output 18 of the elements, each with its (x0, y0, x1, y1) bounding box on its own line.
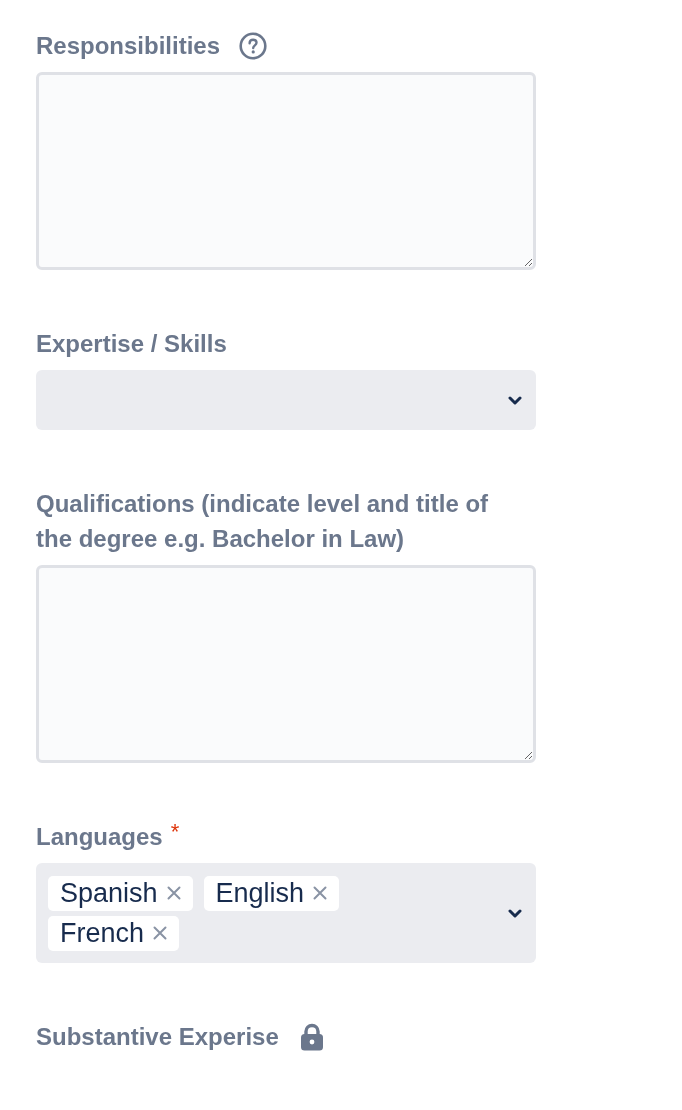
text-area-field[interactable] (36, 72, 536, 270)
required-asterisk: * (170, 819, 180, 845)
languages-select[interactable]: Spanish English French (36, 863, 536, 963)
tag-label: English (215, 876, 305, 910)
chevron-down-icon (508, 908, 522, 918)
remove-icon[interactable] (166, 886, 181, 900)
field-label: Expertise / Skills (36, 329, 227, 359)
tag-label: French (60, 916, 145, 950)
remove-icon[interactable] (313, 886, 328, 900)
remove-icon[interactable] (153, 926, 168, 940)
field-label: Qualifications (indicate level and title of the degree e.g. Bachelor in Law) (36, 489, 490, 554)
text-area-field[interactable] (36, 565, 536, 763)
field-label: Responsibilities (36, 31, 221, 61)
field-label: Substantive Experise (36, 1022, 279, 1052)
tag-label: Spanish (60, 876, 158, 910)
chevron-down-icon (508, 395, 522, 405)
field-label: Languages (36, 822, 163, 852)
help-icon[interactable] (239, 31, 268, 60)
